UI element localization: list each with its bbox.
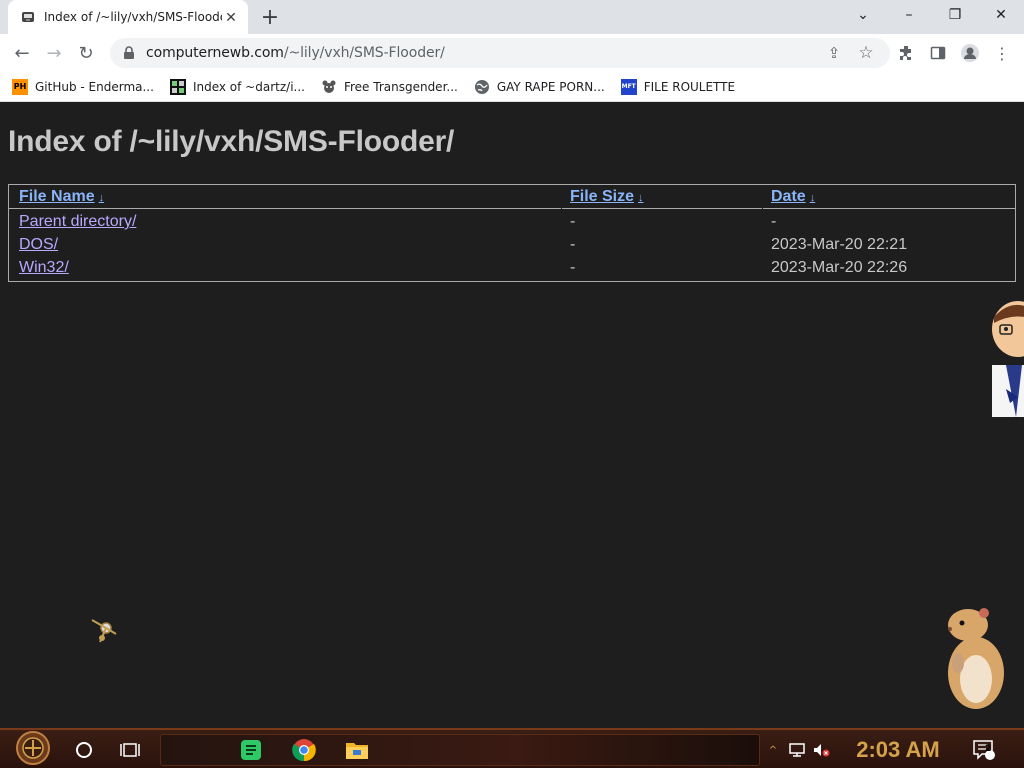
bookmark-label: FILE ROULETTE: [643, 79, 736, 94]
bookmark-label: Index of ~dartz/i...: [192, 79, 305, 94]
cartoon-man-overlay: [992, 301, 1024, 417]
win32-folder-link[interactable]: Win32/: [19, 259, 69, 276]
extensions-icon[interactable]: [892, 39, 920, 67]
restore-icon[interactable]: ❐: [932, 0, 978, 30]
tab-search-icon[interactable]: ⌄: [840, 0, 886, 30]
table-row-size: -: [570, 259, 576, 276]
file-listing-table: File Name ↓ File Size ↓ Date ↓ Parent direc…: [8, 184, 1016, 282]
table-row-name: Win32/: [19, 259, 69, 277]
url-host: computernewb.com: [146, 45, 284, 61]
bookmark-file-roulette[interactable]: MFT FILE ROULETTE: [620, 78, 736, 95]
taskbar-clock[interactable]: 2:03 AM: [848, 735, 948, 765]
bookmarks-bar: PH GitHub - Enderma... Index of ~dartz/i…: [0, 72, 1024, 102]
url-text: computernewb.com/~lily/vxh/SMS-Flooder/: [146, 45, 445, 61]
volume-muted-icon[interactable]: [810, 734, 832, 766]
column-header-date: Date ↓: [763, 185, 1015, 209]
parent-directory-link[interactable]: Parent directory/: [19, 213, 136, 230]
browser-toolbar: ← → ↻ computernewb.com/~lily/vxh/SMS-Flo…: [0, 34, 1024, 72]
ph-icon: PH: [12, 78, 28, 95]
bookmark-dartz[interactable]: Index of ~dartz/i...: [169, 78, 305, 95]
url-path: /~lily/vxh/SMS-Flooder/: [283, 45, 445, 61]
column-header-name: File Name ↓: [9, 185, 561, 209]
notification-center-icon[interactable]: 2: [970, 734, 998, 766]
forward-icon[interactable]: →: [40, 39, 68, 67]
sort-arrow-icon[interactable]: ↓: [638, 192, 644, 204]
minimize-icon[interactable]: –: [886, 0, 932, 30]
task-view-icon[interactable]: [116, 734, 144, 766]
mft-icon: MFT: [620, 78, 637, 95]
notes-app-icon[interactable]: [236, 734, 266, 766]
tab-strip: Index of /~lily/vxh/SMS-Flooder/ ✕ + ⌄ –…: [0, 0, 1024, 34]
sort-by-size-link[interactable]: File Size: [570, 188, 634, 205]
tab-title: Index of /~lily/vxh/SMS-Flooder/: [44, 10, 222, 24]
bookmark-label: GitHub - Enderma...: [35, 79, 154, 94]
lock-icon: [124, 46, 134, 59]
dos-folder-link[interactable]: DOS/: [19, 236, 58, 253]
page-content: Index of /~lily/vxh/SMS-Flooder/ File Na…: [0, 103, 1024, 728]
table-row-size: -: [570, 236, 576, 253]
tray-chevron-icon[interactable]: ^: [766, 734, 780, 766]
page-favicon-icon: [20, 9, 36, 25]
dancing-hamster-overlay: [948, 608, 1004, 709]
sort-by-name-link[interactable]: File Name: [19, 188, 95, 205]
window-close-icon[interactable]: ✕: [978, 0, 1024, 30]
page-title: Index of /~lily/vxh/SMS-Flooder/: [8, 125, 455, 158]
taskbar: ^ 2:03 AM 2: [0, 728, 1024, 768]
back-icon[interactable]: ←: [8, 39, 36, 67]
bookmark-free[interactable]: Free Transgender...: [321, 79, 458, 95]
notification-count-badge: 2: [985, 744, 992, 754]
column-header-size: File Size ↓: [562, 185, 762, 209]
sort-by-date-link[interactable]: Date: [771, 188, 806, 205]
share-icon[interactable]: ⇪: [820, 39, 848, 67]
bookmark-label: Free Transgender...: [343, 79, 458, 94]
bookmark-star-icon[interactable]: ☆: [852, 39, 880, 67]
sort-arrow-icon[interactable]: ↓: [810, 192, 816, 204]
file-explorer-icon[interactable]: [342, 734, 372, 766]
sort-arrow-icon[interactable]: ↓: [99, 192, 105, 204]
table-row-date: 2023-Mar-20 22:21: [771, 236, 908, 253]
bookmark-label: GAY RAPE PORN...: [496, 79, 605, 94]
rat-icon: [321, 79, 337, 95]
cortana-search-icon[interactable]: [70, 734, 98, 766]
chrome-icon[interactable]: [288, 734, 320, 766]
browser-tab[interactable]: Index of /~lily/vxh/SMS-Flooder/ ✕: [8, 0, 248, 34]
profile-avatar-icon[interactable]: [956, 39, 984, 67]
table-row-name: Parent directory/: [19, 213, 136, 231]
table-row-size: -: [570, 213, 576, 230]
table-row-date: 2023-Mar-20 22:26: [771, 259, 908, 276]
sparkle-decoration: [91, 619, 117, 643]
address-bar[interactable]: computernewb.com/~lily/vxh/SMS-Flooder/: [110, 38, 890, 68]
table-row-date: -: [771, 213, 777, 230]
start-button[interactable]: [8, 731, 58, 765]
network-icon[interactable]: [786, 734, 808, 766]
globe-icon: [474, 79, 490, 95]
menu-kebab-icon[interactable]: ⋮: [988, 39, 1016, 67]
bookmark-roulette-site[interactable]: GAY RAPE PORN...: [474, 79, 605, 95]
reload-icon[interactable]: ↻: [72, 39, 100, 67]
new-tab-icon[interactable]: +: [258, 5, 282, 30]
grid-icon: [169, 78, 186, 95]
bookmark-github[interactable]: PH GitHub - Enderma...: [12, 78, 154, 95]
table-row-name: DOS/: [19, 236, 58, 254]
close-tab-icon[interactable]: ✕: [222, 8, 240, 26]
side-panel-icon[interactable]: [924, 39, 952, 67]
